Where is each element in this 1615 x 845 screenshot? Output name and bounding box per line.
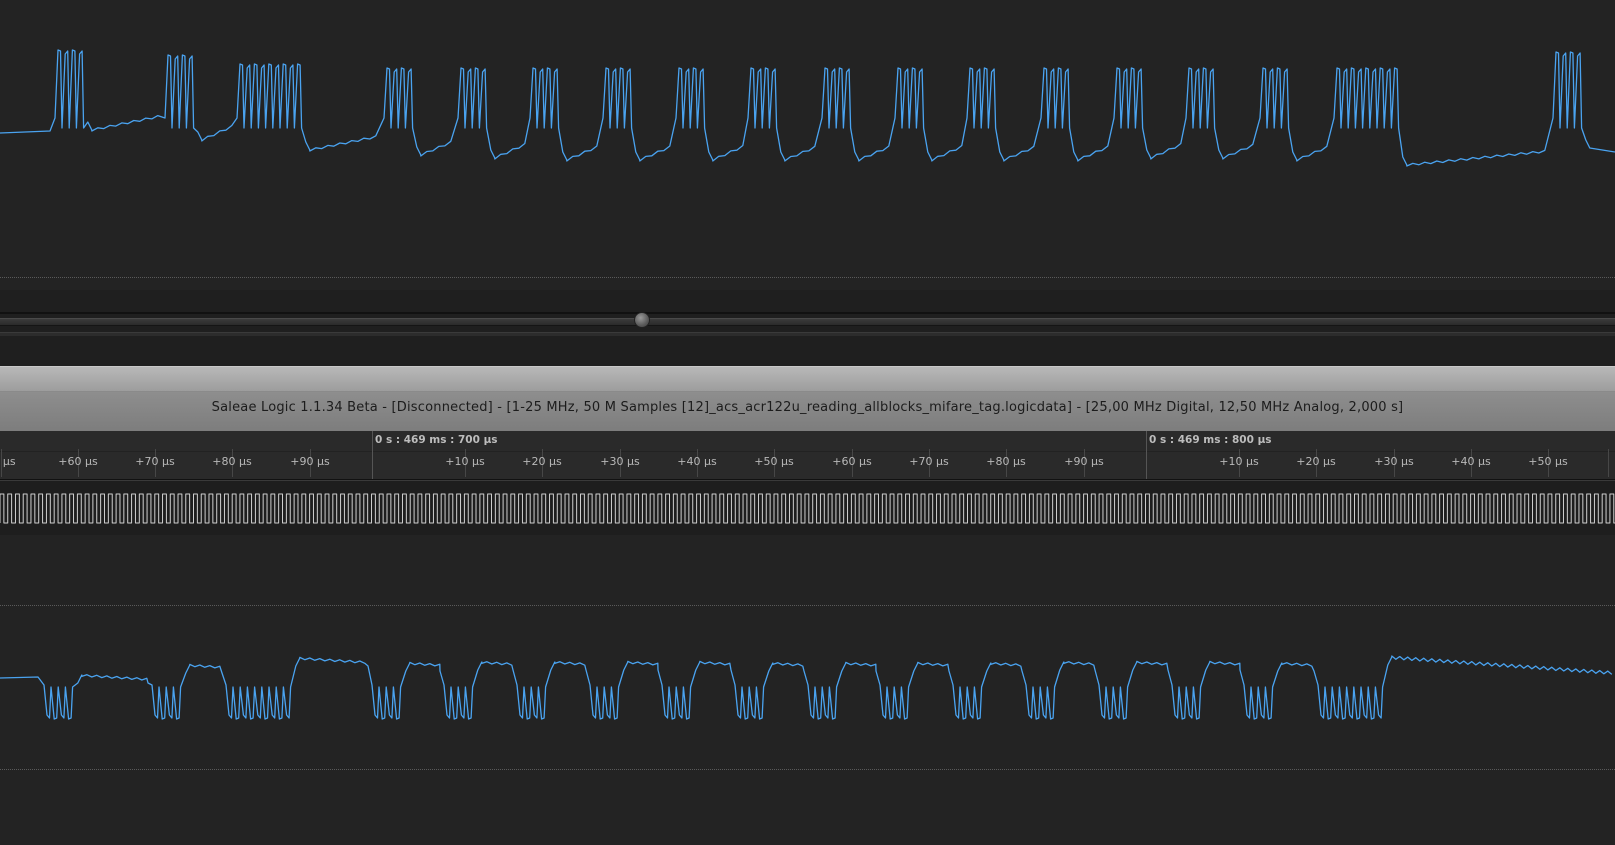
analog-channel-top[interactable] [0,0,1615,290]
titlebar-top-strip [0,367,1615,392]
window-titlebar[interactable]: Saleae Logic 1.1.34 Beta - [Disconnected… [0,366,1615,432]
tick-label: +80 µs [212,455,252,468]
tick-label: 0 µs [0,455,16,468]
tick-label: +10 µs [445,455,485,468]
tick-label: +30 µs [1374,455,1414,468]
major-marker-label: 0 s : 469 ms : 700 µs [375,434,498,446]
tick-label: +90 µs [1064,455,1104,468]
tick [1608,449,1609,477]
tick-label: +20 µs [1296,455,1336,468]
tick-label: +60 µs [58,455,98,468]
analog-channel-bottom[interactable] [0,535,1615,845]
ruler-separator [0,451,1615,452]
top-waveform-line [0,49,1615,167]
major-marker-label: 0 s : 469 ms : 800 µs [1149,434,1272,446]
tick-label: +50 µs [1528,455,1568,468]
bottom-waveform-line [0,655,1613,720]
analog-waveform-bottom [0,655,1613,720]
tick-label: +70 µs [909,455,949,468]
digital-channel[interactable] [0,480,1615,536]
tick-label: +50 µs [754,455,794,468]
tick-label: +40 µs [677,455,717,468]
major-marker-700us [372,431,373,479]
top-guide [0,605,1615,606]
scroll-thumb[interactable] [634,312,650,328]
scroll-track-lower [0,332,1615,336]
tick-label: +90 µs [290,455,330,468]
time-ruler[interactable]: 0 s : 469 ms : 700 µs 0 s : 469 ms : 800… [0,431,1615,480]
analog-waveform-top [0,49,1615,167]
tick-label: +70 µs [135,455,175,468]
baseline-guide [0,277,1615,278]
tick-label: +20 µs [522,455,562,468]
tick-label: +30 µs [600,455,640,468]
timeline-scrollbar[interactable] [0,290,1615,370]
digital-clock-line [0,493,1615,524]
scroll-track[interactable] [0,318,1615,326]
digital-waveform [0,493,1615,524]
tick-label: +40 µs [1451,455,1491,468]
window-title: Saleae Logic 1.1.34 Beta - [Disconnected… [211,400,1404,415]
scroll-track-edge [0,312,1615,314]
baseline-guide [0,769,1615,770]
tick-label: +80 µs [986,455,1026,468]
tick-label: +60 µs [832,455,872,468]
tick-label: +10 µs [1219,455,1259,468]
major-marker-800us [1146,431,1147,479]
